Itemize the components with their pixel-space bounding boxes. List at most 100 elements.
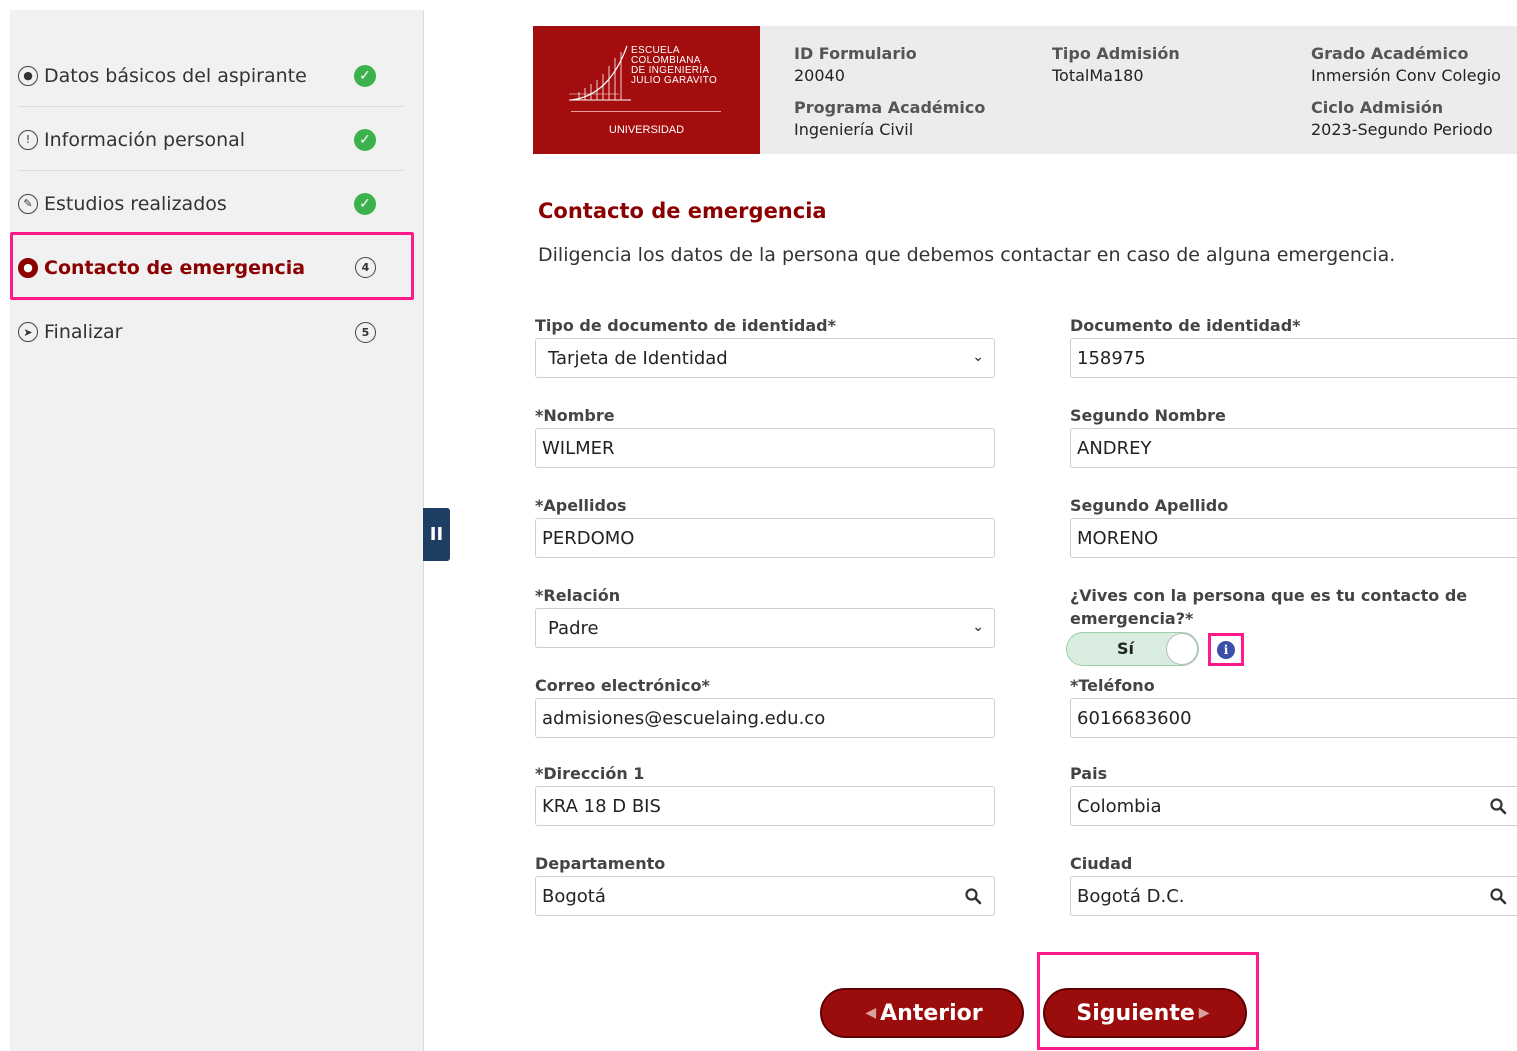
programa-value: Ingeniería Civil	[794, 120, 914, 139]
direccion-input[interactable]: KRA 18 D BIS	[535, 786, 995, 826]
segundo-apellido-input[interactable]: MORENO	[1070, 518, 1517, 558]
segundo-nombre-input[interactable]: ANDREY	[1070, 428, 1517, 468]
chevron-down-icon: ⌄	[972, 619, 984, 635]
logo-emblem-icon	[569, 45, 631, 101]
check-icon: ✓	[354, 64, 376, 87]
nombre-field: *Nombre WILMER	[535, 406, 995, 468]
send-icon: ➤	[18, 322, 38, 342]
check-icon: ✓	[354, 192, 376, 215]
chevron-left-icon: ◀	[865, 1005, 877, 1021]
previous-button[interactable]: ◀ Anterior	[820, 988, 1024, 1038]
application-header: ESCUELA COLOMBIANA DE INGENIERÍA JULIO G…	[533, 26, 1517, 154]
input-value: KRA 18 D BIS	[542, 795, 661, 817]
field-label: *Apellidos	[535, 496, 627, 515]
button-label: Anterior	[880, 1000, 983, 1026]
departamento-field: Departamento Bogotá	[535, 854, 995, 916]
field-label: Tipo de documento de identidad*	[535, 316, 836, 335]
step-number-badge: 5	[355, 321, 376, 343]
field-label: *Nombre	[535, 406, 615, 425]
segundo-nombre-field: Segundo Nombre ANDREY	[1070, 406, 1517, 468]
search-icon[interactable]	[964, 887, 982, 910]
sidebar-item-finalizar[interactable]: ➤ Finalizar 5	[18, 301, 404, 363]
apellidos-field: *Apellidos PERDOMO	[535, 496, 995, 558]
vives-field: ¿Vives con la persona que es tu contacto…	[1070, 584, 1500, 630]
ciudad-input[interactable]: Bogotá D.C.	[1070, 876, 1517, 916]
sidebar-item-estudios-realizados[interactable]: ✎ Estudios realizados ✓	[18, 173, 404, 235]
tipo-documento-select[interactable]: Tarjeta de Identidad ⌄	[535, 338, 995, 378]
toggle-label: Sí	[1117, 639, 1135, 658]
ciclo-value: 2023-Segundo Periodo	[1311, 120, 1493, 139]
field-label: *Teléfono	[1070, 676, 1155, 695]
sidebar-item-label: Información personal	[44, 128, 246, 151]
chevron-right-icon: ▶	[1198, 1005, 1210, 1021]
input-value: WILMER	[542, 437, 615, 459]
id-formulario-block: ID Formulario 20040	[794, 43, 917, 87]
pause-icon: II	[429, 524, 444, 545]
field-label: Documento de identidad*	[1070, 316, 1301, 335]
info-icon: i	[1217, 640, 1235, 659]
departamento-input[interactable]: Bogotá	[535, 876, 995, 916]
ciclo-label: Ciclo Admisión	[1311, 98, 1444, 117]
input-value: Bogotá D.C.	[1077, 885, 1185, 907]
field-label: ¿Vives con la persona que es tu contacto…	[1070, 586, 1468, 628]
exclamation-icon: !	[18, 129, 38, 150]
collapse-sidebar-button[interactable]: II	[423, 508, 450, 561]
field-label: Departamento	[535, 854, 666, 873]
pencil-icon: ✎	[18, 193, 38, 214]
select-value: Tarjeta de Identidad	[548, 347, 728, 369]
relacion-select[interactable]: Padre ⌄	[535, 608, 995, 648]
documento-field: Documento de identidad* 158975	[1070, 316, 1517, 378]
sidebar-item-label: Estudios realizados	[44, 192, 227, 215]
search-icon[interactable]	[1489, 887, 1507, 910]
correo-input[interactable]: admisiones@escuelaing.edu.co	[535, 698, 995, 738]
university-logo: ESCUELA COLOMBIANA DE INGENIERÍA JULIO G…	[533, 26, 760, 154]
field-label: Pais	[1070, 764, 1108, 783]
field-label: Correo electrónico*	[535, 676, 710, 695]
chevron-down-icon: ⌄	[972, 349, 984, 365]
field-label: *Dirección 1	[535, 764, 645, 783]
tipo-documento-field: Tipo de documento de identidad* Tarjeta …	[535, 316, 995, 378]
toggle-switch[interactable]: Sí	[1066, 632, 1199, 666]
input-value: ANDREY	[1077, 437, 1152, 459]
page-title: Contacto de emergencia	[538, 199, 827, 223]
ciudad-field: Ciudad Bogotá D.C.	[1070, 854, 1517, 916]
telefono-input[interactable]: 6016683600	[1070, 698, 1517, 738]
grado-block: Grado Académico Inmersión Conv Colegio	[1311, 43, 1501, 87]
field-label: Ciudad	[1070, 854, 1133, 873]
telefono-field: *Teléfono 6016683600	[1070, 676, 1517, 738]
id-formulario-value: 20040	[794, 66, 845, 85]
search-icon[interactable]	[1489, 797, 1507, 820]
logo-divider	[571, 111, 721, 112]
select-value: Padre	[548, 617, 599, 639]
field-label: *Relación	[535, 586, 621, 605]
logo-text: JULIO GARAVITO	[631, 75, 718, 86]
tipo-admision-block: Tipo Admisión TotalMa180	[1052, 43, 1180, 87]
button-label: Siguiente	[1076, 1000, 1195, 1026]
programa-block: Programa Académico Ingeniería Civil	[794, 97, 985, 141]
active-step-highlight	[10, 232, 414, 300]
apellidos-input[interactable]: PERDOMO	[535, 518, 995, 558]
segundo-apellido-field: Segundo Apellido MORENO	[1070, 496, 1517, 558]
relacion-field: *Relación Padre ⌄	[535, 586, 995, 648]
field-label: Segundo Nombre	[1070, 406, 1226, 425]
field-label: Segundo Apellido	[1070, 496, 1229, 515]
input-value: 158975	[1077, 347, 1146, 369]
grado-label: Grado Académico	[1311, 44, 1469, 63]
sidebar-item-datos-basicos[interactable]: ● Datos básicos del aspirante ✓	[18, 45, 404, 107]
programa-label: Programa Académico	[794, 98, 986, 117]
input-value: PERDOMO	[542, 527, 635, 549]
documento-input[interactable]: 158975	[1070, 338, 1517, 378]
direccion-field: *Dirección 1 KRA 18 D BIS	[535, 764, 995, 826]
input-value: 6016683600	[1077, 707, 1192, 729]
tipo-admision-value: TotalMa180	[1052, 66, 1144, 85]
input-value: admisiones@escuelaing.edu.co	[542, 707, 826, 729]
pais-input[interactable]: Colombia	[1070, 786, 1517, 826]
sidebar-item-informacion-personal[interactable]: ! Información personal ✓	[18, 109, 404, 171]
sidebar-item-label: Finalizar	[44, 321, 123, 343]
input-value: Bogotá	[542, 885, 606, 907]
nombre-input[interactable]: WILMER	[535, 428, 995, 468]
next-button[interactable]: Siguiente ▶	[1043, 988, 1247, 1038]
info-button[interactable]: i	[1208, 633, 1244, 666]
id-formulario-label: ID Formulario	[794, 44, 917, 63]
logo-subtitle: UNIVERSIDAD	[608, 124, 685, 136]
